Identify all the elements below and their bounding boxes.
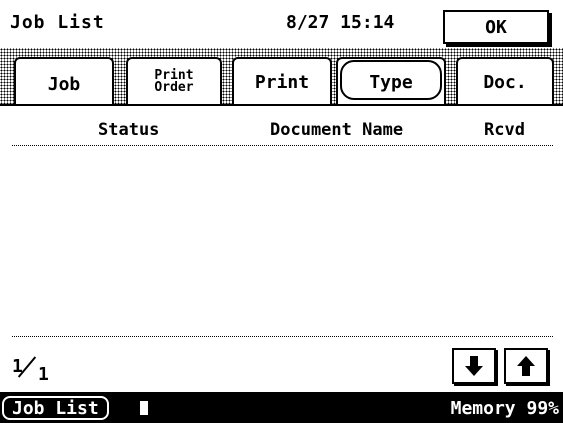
tab-print-order[interactable]: Print Order: [126, 57, 222, 105]
arrow-up-icon: [517, 356, 535, 376]
memory-card-icon: [140, 401, 148, 415]
ok-button[interactable]: OK: [443, 10, 549, 44]
column-header-rcvd: Rcvd: [484, 120, 525, 140]
column-header-status: Status: [98, 120, 160, 140]
tab-print[interactable]: Print: [232, 57, 332, 105]
arrow-down-icon: [465, 356, 483, 376]
tab-type-selection-ring: [340, 60, 442, 100]
tab-doc-label: Doc.: [483, 71, 527, 93]
column-header-document-name: Document Name: [270, 120, 404, 140]
tab-print-label: Print: [254, 71, 310, 93]
page-total: 1: [38, 364, 49, 385]
scroll-down-button[interactable]: [452, 348, 496, 384]
tab-print-order-label-line2: Order: [154, 80, 194, 95]
date-time: 8/27 15:14: [286, 12, 395, 33]
scroll-up-button[interactable]: [504, 348, 548, 384]
screen-title: Job List: [10, 12, 105, 33]
page-indicator: 1 1: [12, 350, 62, 386]
tab-doc[interactable]: Doc.: [456, 57, 554, 105]
tab-job[interactable]: Job: [14, 57, 114, 109]
job-list-area[interactable]: [12, 145, 553, 337]
memory-status: Memory 99%: [450, 398, 559, 419]
job-list-button[interactable]: Job List: [2, 396, 109, 420]
tab-job-label: Job: [47, 73, 81, 95]
